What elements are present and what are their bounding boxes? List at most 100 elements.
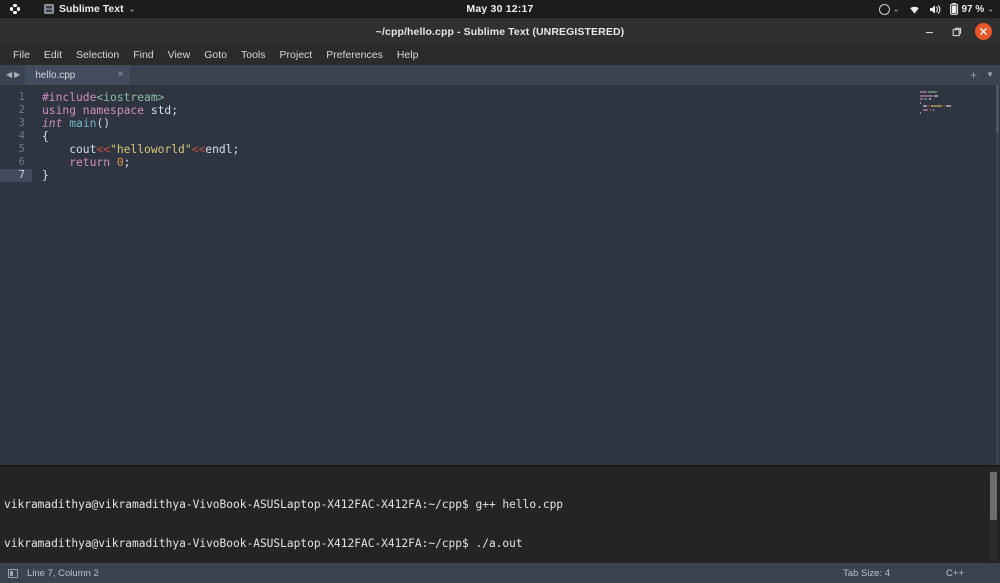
previous-tab-icon[interactable]: ◀ [6,71,12,79]
minimap-segment [928,105,930,107]
close-icon[interactable]: × [117,70,123,80]
window-title: ~/cpp/hello.cpp - Sublime Text (UNREGIST… [375,25,625,38]
menu-item-edit[interactable]: Edit [37,45,69,65]
screen-record-indicator[interactable]: ⌄ [878,3,900,15]
chevron-down-icon: ⌄ [892,4,900,13]
clock-label[interactable]: May 30 12:17 [0,3,1000,15]
chevron-down-icon: ⌄ [128,4,136,13]
minimap-line [923,108,1000,111]
code-line: int main() [42,117,1000,130]
sublime-text-window: ~/cpp/hello.cpp - Sublime Text (UNREGIST… [0,18,1000,583]
code-line: { [42,130,1000,143]
wifi-icon[interactable] [908,4,921,15]
code-text-area[interactable]: #include<iostream> using namespace std; in… [32,85,1000,465]
minimap-segment [928,98,931,100]
menu-item-view[interactable]: View [161,45,198,65]
line-number: 1 [18,91,25,103]
code-line: cout<<"helloworld"<<endl; [42,143,1000,156]
minimap[interactable] [908,85,1000,465]
minimap-segment [923,105,927,107]
new-tab-icon[interactable]: + [970,69,977,81]
app-menu-button[interactable]: Sublime Text ⌄ [40,0,139,18]
minimap-line [920,91,1000,93]
desktop-screen: Sublime Text ⌄ May 30 12:17 ⌄ 97 % ⌄ ~/c… [0,0,1000,583]
minimap-segment [924,98,928,100]
line-number: 3 [18,117,25,129]
window-title-bar: ~/cpp/hello.cpp - Sublime Text (UNREGIST… [0,18,1000,45]
minimap-lines [908,91,1000,114]
code-token: } [42,169,49,182]
code-line: #include<iostream> [42,91,1000,104]
next-tab-icon[interactable]: ▶ [14,71,20,79]
app-menu-label: Sublime Text [59,3,124,15]
code-editor[interactable]: 1 2 3 4 5 6 7 #include<iostream> using na… [0,85,1000,465]
code-token: main [69,117,97,130]
code-token: { [42,130,49,143]
minimap-line [920,98,1000,100]
volume-icon[interactable] [929,4,942,15]
cursor-position-label: Line 7, Column 2 [27,567,99,579]
minimap-scrollbar-thumb[interactable] [996,85,999,133]
menu-item-project[interactable]: Project [273,45,320,65]
menu-item-help[interactable]: Help [390,45,426,65]
line-number-active: 7 [0,169,32,182]
minimap-segment [920,112,922,114]
code-token: ; [123,156,131,169]
menu-item-file[interactable]: File [6,45,37,65]
syntax-label[interactable]: C++ [946,568,964,579]
tab-bar-actions: + ▼ [970,65,994,85]
minimap-segment [934,94,938,97]
minimap-segment [920,101,922,104]
code-token: "helloworld" [110,143,192,156]
minimap-scrollbar-track [996,85,999,465]
battery-icon [949,3,959,15]
tab-size-label[interactable]: Tab Size: 4 [843,568,890,579]
console-scrollbar-thumb[interactable] [990,472,997,520]
tab-hello-cpp[interactable]: hello.cpp × [25,65,131,85]
tab-bar: ◀ ▶ hello.cpp × + ▼ [0,65,1000,85]
menu-item-goto[interactable]: Goto [197,45,234,65]
code-token: endl; [205,143,240,156]
sidebar-toggle-icon[interactable] [8,568,18,578]
battery-indicator[interactable]: 97 % ⌄ [949,3,994,15]
menu-item-tools[interactable]: Tools [234,45,273,65]
code-token: 0 [116,156,124,169]
chevron-down-icon[interactable]: ▼ [986,71,994,79]
code-line: using namespace std; [42,104,1000,117]
code-token: using namespace [42,104,151,117]
build-console-panel[interactable]: vikramadithya@vikramadithya-VivoBook-ASU… [0,465,1000,563]
battery-percent-label: 97 % [961,3,985,15]
line-number: 5 [18,143,25,155]
menu-bar: File Edit Selection Find View Goto Tools… [0,45,1000,65]
console-output: vikramadithya@vikramadithya-VivoBook-ASU… [0,467,1000,563]
code-token: return [42,156,117,169]
menu-item-selection[interactable]: Selection [69,45,126,65]
console-line: vikramadithya@vikramadithya-VivoBook-ASU… [4,537,523,551]
menu-item-preferences[interactable]: Preferences [319,45,390,65]
minimap-segment [928,91,937,93]
system-top-bar: Sublime Text ⌄ May 30 12:17 ⌄ 97 % ⌄ [0,0,1000,18]
menu-item-find[interactable]: Find [126,45,160,65]
code-token: << [191,143,206,156]
code-token: std; [150,104,179,117]
minimap-segment [929,108,932,111]
minimap-segment [920,94,933,97]
minimap-line [920,101,1000,104]
minimap-line [920,112,1000,114]
grid-dots-icon [9,3,21,15]
minimap-segment [923,108,929,111]
minimap-line [920,94,1000,97]
status-bar-right: Tab Size: 4 C++ [843,563,1000,583]
console-line: vikramadithya@vikramadithya-VivoBook-ASU… [4,497,564,511]
code-line: } [42,169,1000,182]
minimap-segment [943,105,945,107]
chevron-down-icon: ⌄ [987,4,994,13]
maximize-button[interactable] [948,23,965,40]
record-circle-icon [878,3,890,15]
minimap-segment [931,105,942,107]
minimize-button[interactable] [921,23,938,40]
minimap-segment [920,98,923,100]
minimap-segment [920,91,927,93]
close-button[interactable] [975,23,992,40]
activities-button[interactable] [0,0,30,18]
